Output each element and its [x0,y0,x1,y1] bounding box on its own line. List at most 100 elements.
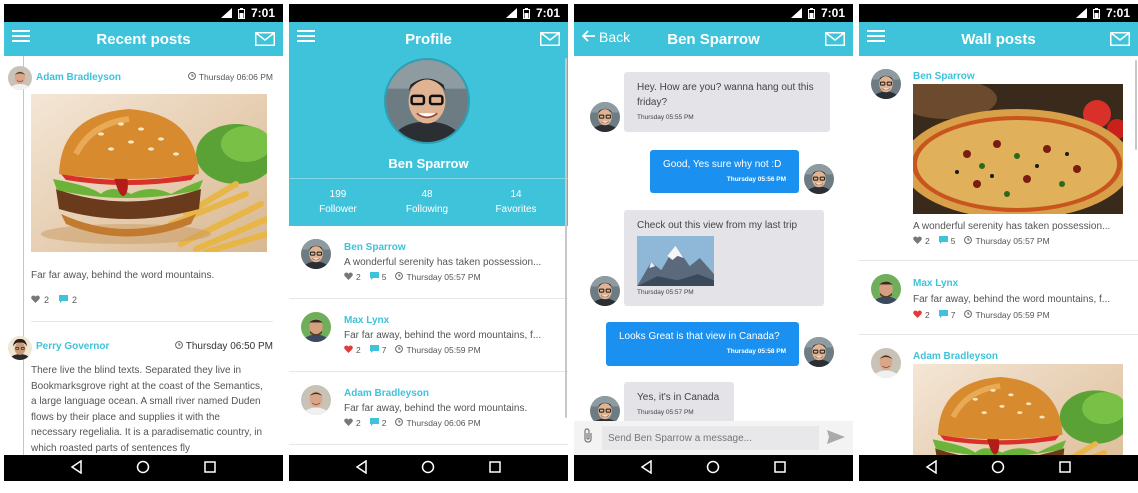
feed-list[interactable]: Adam Bradleyson Thursday 06:06 PM Far fa… [4,56,283,455]
recents-nav-icon[interactable] [1058,459,1072,478]
message-bubble[interactable]: Check out this view from my last trip Th… [624,210,824,306]
recents-nav-icon[interactable] [773,459,787,478]
post-image-burger[interactable] [31,94,267,252]
heart-icon[interactable] [913,310,922,320]
post-image-pizza[interactable] [913,84,1123,214]
paperclip-icon[interactable] [582,428,594,448]
avatar [301,239,331,269]
comment-icon[interactable] [938,310,948,320]
scrollbar[interactable] [565,58,567,418]
heart-icon[interactable] [913,236,922,246]
stat-favorites[interactable]: 14 Favorites [489,189,543,215]
avatar[interactable] [871,274,901,304]
like-count: 2 [356,345,361,355]
profile-content[interactable]: Ben Sparrow 199 Follower 48 Following 14 Fa… [289,56,568,455]
heart-icon[interactable] [344,345,353,355]
home-nav-icon[interactable] [136,459,150,478]
post-image-burger[interactable] [913,364,1123,455]
avatar[interactable] [871,348,901,378]
back-nav-icon[interactable] [355,459,369,478]
list-item[interactable]: Adam Bradleyson Far far away, behind the… [289,372,568,445]
message-image-mountain[interactable] [637,236,714,286]
avatar[interactable] [871,69,901,99]
system-nav-bar [4,455,283,481]
scrollbar[interactable] [1135,60,1137,150]
stat-follower[interactable]: 199 Follower [313,189,363,215]
mail-icon[interactable] [825,31,845,50]
comment-icon[interactable] [938,236,948,246]
message-input[interactable] [602,426,819,450]
clock-icon [395,345,404,355]
avatar[interactable] [590,102,620,132]
phone-recent-posts: 7:01 Recent posts Adam Bradleyson Thursd… [4,0,283,493]
send-icon[interactable] [827,429,845,448]
back-nav-icon[interactable] [70,459,84,478]
heart-icon[interactable] [344,272,353,282]
message-text: Looks Great is that view in Canada? [619,331,780,342]
stat-following[interactable]: 48 Following [401,189,453,215]
post-time: Thursday 06:06 PM [406,418,481,428]
heart-icon[interactable] [31,295,40,305]
signal-icon [220,8,232,18]
comment-icon[interactable] [369,272,379,282]
avatar[interactable] [804,164,834,194]
status-bar: 7:01 [859,4,1138,22]
message-text: Hey. How are you? wanna hang out this fr… [637,82,814,108]
post-author[interactable]: Ben Sparrow [913,71,975,82]
list-item[interactable]: Ben Sparrow A wonderful serenity has tak… [289,226,568,299]
comment-count: 7 [381,345,387,355]
clock-icon [964,310,973,320]
battery-icon [807,7,815,19]
home-nav-icon[interactable] [706,459,720,478]
back-nav-icon[interactable] [925,459,939,478]
back-nav-icon[interactable] [640,459,654,478]
heart-icon[interactable] [344,418,353,428]
post-text: There live the blind texts. Separated th… [31,365,263,454]
post-time: Thursday 06:50 PM [174,341,273,352]
profile-avatar[interactable] [384,58,470,144]
comment-icon[interactable] [59,295,69,305]
menu-icon[interactable] [12,29,30,43]
message-bubble[interactable]: Looks Great is that view in Canada? Thur… [606,322,799,366]
menu-icon[interactable] [867,29,885,43]
app-bar: Recent posts [4,22,283,56]
avatar[interactable] [8,66,32,90]
recents-nav-icon[interactable] [488,459,502,478]
message-bubble[interactable]: Yes, it's in Canada Thursday 05:57 PM [624,382,734,424]
post-author[interactable]: Adam Bradleyson [36,72,121,83]
message-list[interactable]: Hey. How are you? wanna hang out this fr… [574,56,853,455]
comment-icon[interactable] [369,345,379,355]
page-title: Profile [405,30,452,48]
post-time: Thursday 05:59 PM [406,345,481,355]
back-button[interactable]: Back [581,29,630,45]
like-count: 2 [356,272,361,282]
signal-icon [1075,8,1087,18]
status-time: 7:01 [1105,6,1130,20]
profile-name: Ben Sparrow [388,156,469,171]
post-author[interactable]: Max Lynx [913,278,958,289]
message-text: Yes, it's in Canada [637,392,720,403]
message-bubble[interactable]: Hey. How are you? wanna hang out this fr… [624,72,830,132]
post-author[interactable]: Adam Bradleyson [913,351,998,362]
home-nav-icon[interactable] [991,459,1005,478]
mail-icon[interactable] [1110,31,1130,50]
recents-nav-icon[interactable] [203,459,217,478]
wall-list[interactable]: Ben Sparrow A wonderful serenity has tak… [859,56,1138,455]
home-nav-icon[interactable] [421,459,435,478]
menu-icon[interactable] [297,29,315,43]
list-item[interactable]: Max Lynx Far far away, behind the word m… [289,299,568,372]
avatar[interactable] [804,337,834,367]
clock-icon [395,272,404,282]
post-time: Thursday 05:57 PM [406,272,481,282]
post-author[interactable]: Perry Governor [36,341,109,352]
divider [859,260,1138,261]
comment-icon[interactable] [369,418,379,428]
message-bubble[interactable]: Good, Yes sure why not :D Thursday 05:56… [650,150,799,193]
mail-icon[interactable] [255,31,275,50]
avatar[interactable] [590,276,620,306]
mail-icon[interactable] [540,31,560,50]
avatar[interactable] [8,336,32,360]
message-time: Thursday 05:55 PM [637,114,694,121]
post-text: Far far away, behind the word mountains. [344,403,528,414]
post-text: Far far away, behind the word mountains,… [344,330,542,341]
